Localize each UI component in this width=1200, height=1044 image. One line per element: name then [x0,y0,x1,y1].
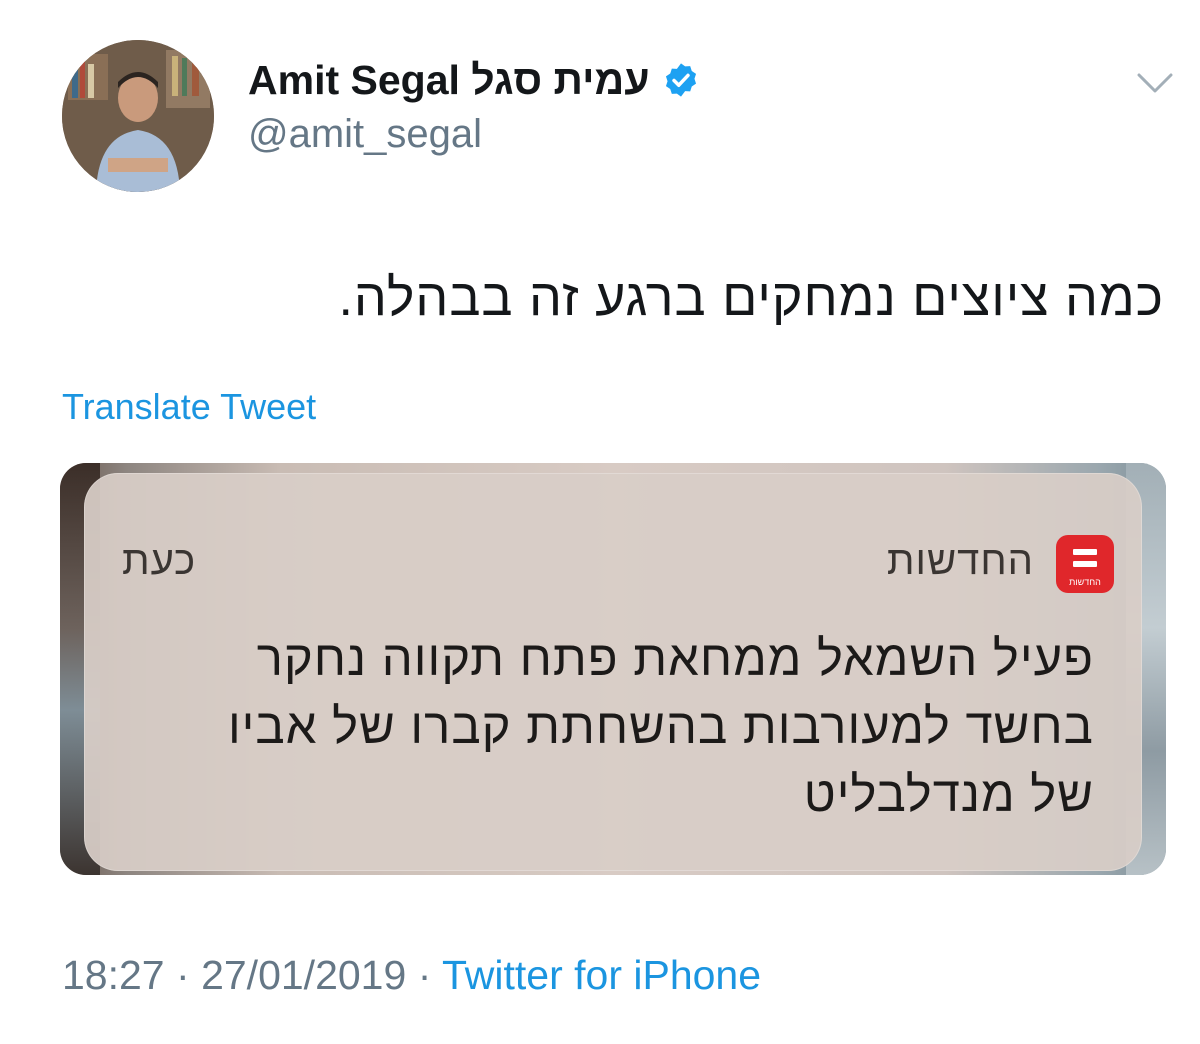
author-name-row: Amit Segal עמית סגל [248,52,700,108]
push-notification-card: החדשות החדשות כעת פעיל השמאל ממחאת פתח ת… [84,473,1142,871]
notification-body: פעיל השמאל ממחאת פתח תקווה נחקר בחשד למע… [114,625,1094,829]
tweet-media-image[interactable]: החדשות החדשות כעת פעיל השמאל ממחאת פתח ת… [60,463,1166,875]
display-name[interactable]: Amit Segal עמית סגל [248,57,650,104]
tweet-time[interactable]: 18:27 [62,952,165,998]
tweet-footer: 18:27 · 27/01/2019 · Twitter for iPhone [62,952,761,999]
notification-body-line: של מנדלבליט [803,768,1094,822]
verified-badge-icon [662,61,700,99]
hahadashot-app-icon: החדשות [1056,535,1114,593]
separator: · [176,952,190,998]
app-icon-caption: החדשות [1069,577,1101,587]
tweet-source-link[interactable]: Twitter for iPhone [442,952,761,998]
tweet-text: כמה ציוצים נמחקים ברגע זה בבהלה. [338,269,1164,327]
notification-body-line: פעיל השמאל ממחאת פתח תקווה נחקר [256,632,1094,686]
notification-time: כעת [122,539,197,583]
notification-app-name: החדשות [886,539,1034,583]
notification-body-line: בחשד למעורבות בהשחתת קברו של אביו [227,700,1094,754]
tweet-date[interactable]: 27/01/2019 [201,952,406,998]
translate-tweet-link[interactable]: Translate Tweet [62,386,316,428]
avatar-photo [62,40,214,192]
author-handle[interactable]: @amit_segal [248,112,482,157]
separator: · [417,952,432,998]
avatar[interactable] [62,40,214,192]
chevron-down-icon[interactable] [1136,70,1174,96]
